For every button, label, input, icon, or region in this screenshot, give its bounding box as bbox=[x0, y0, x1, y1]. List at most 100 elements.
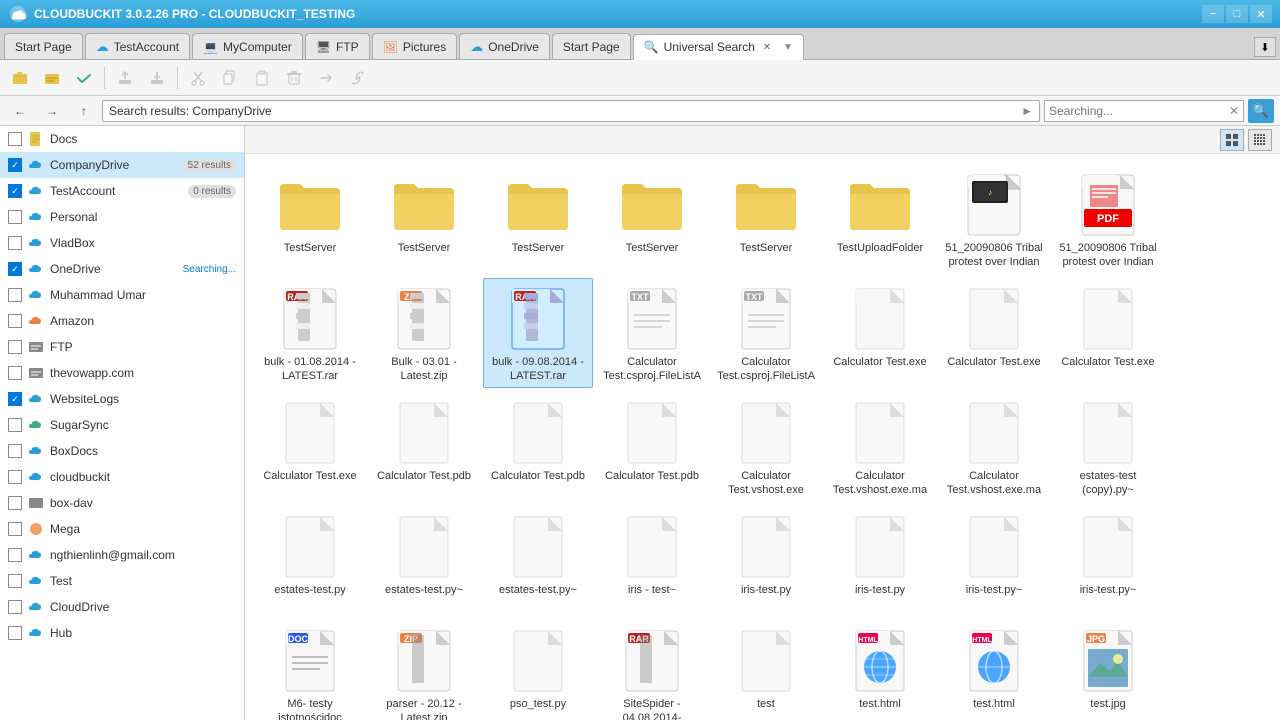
search-clear-button[interactable]: ✕ bbox=[1229, 104, 1239, 118]
sidebar-item-cloudbuckit[interactable]: cloudbuckit bbox=[0, 464, 244, 490]
sidebar-checkbox-clouddrive[interactable] bbox=[8, 600, 22, 614]
sidebar-item-docs[interactable]: Docs bbox=[0, 126, 244, 152]
tab-onedrive[interactable]: ☁ OneDrive bbox=[459, 33, 550, 59]
list-item[interactable]: JPG test.jpg bbox=[1053, 620, 1163, 720]
back-button[interactable]: ← bbox=[6, 97, 34, 125]
list-item[interactable]: pso_test.py bbox=[483, 620, 593, 720]
sidebar-checkbox-docs[interactable] bbox=[8, 132, 22, 146]
minimize-button[interactable]: − bbox=[1202, 5, 1224, 23]
tab-pictures[interactable]: 🖼 Pictures bbox=[372, 33, 458, 59]
sidebar-item-ngthienlinh[interactable]: ngthienlinh@gmail.com bbox=[0, 542, 244, 568]
address-input[interactable]: Search results: CompanyDrive ► bbox=[102, 100, 1040, 122]
list-item[interactable]: RAR bulk - 09.08.2014 - LATEST.rar bbox=[483, 278, 593, 388]
list-item[interactable]: iris - test~ bbox=[597, 506, 707, 616]
sidebar-checkbox-mega[interactable] bbox=[8, 522, 22, 536]
list-item[interactable]: TestServer bbox=[597, 164, 707, 274]
upload-button[interactable] bbox=[111, 64, 139, 92]
paste-button[interactable] bbox=[248, 64, 276, 92]
sidebar-item-personal[interactable]: Personal bbox=[0, 204, 244, 230]
list-item[interactable]: MP3 ♪ 51_20090806 Tribal protest over In… bbox=[939, 164, 1049, 274]
list-item[interactable]: estates-test.py~ bbox=[483, 506, 593, 616]
list-item[interactable]: ZIP Bulk - 03.01 - Latest.zip bbox=[369, 278, 479, 388]
list-item[interactable]: PDF 51_20090806 Tribal protest over Indi… bbox=[1053, 164, 1163, 274]
list-item[interactable]: RAR SiteSpider - 04.08.2014-LATEST.rar bbox=[597, 620, 707, 720]
tab-close-button[interactable]: ✕ bbox=[760, 40, 774, 54]
list-item[interactable]: Calculator Test.exe bbox=[1053, 278, 1163, 388]
sidebar-item-muhammad[interactable]: Muhammad Umar bbox=[0, 282, 244, 308]
sidebar-checkbox-ftp[interactable] bbox=[8, 340, 22, 354]
list-item[interactable]: iris-test.py bbox=[711, 506, 821, 616]
search-input[interactable] bbox=[1049, 104, 1229, 118]
sidebar-item-onedrive[interactable]: ✓ OneDrive Searching... bbox=[0, 256, 244, 282]
sidebar-item-boxdocs[interactable]: BoxDocs bbox=[0, 438, 244, 464]
list-item[interactable]: Calculator Test.exe bbox=[825, 278, 935, 388]
download-button[interactable]: ⬇ bbox=[1254, 37, 1276, 57]
open-button[interactable] bbox=[38, 64, 66, 92]
list-item[interactable]: RAR bulk - 01.08.2014 - LATEST.rar bbox=[255, 278, 365, 388]
sidebar-item-websitelogs[interactable]: ✓ WebsiteLogs bbox=[0, 386, 244, 412]
sidebar-item-mega[interactable]: Mega bbox=[0, 516, 244, 542]
sidebar-checkbox-thevowapp[interactable] bbox=[8, 366, 22, 380]
tab-ftp[interactable]: 🖥 FTP bbox=[305, 33, 370, 59]
list-item[interactable]: ZIP parser - 20.12 - Latest.zip bbox=[369, 620, 479, 720]
search-button[interactable]: 🔍 bbox=[1248, 99, 1274, 123]
list-item[interactable]: TestServer bbox=[369, 164, 479, 274]
small-icons-view-button[interactable] bbox=[1248, 129, 1272, 151]
up-button[interactable]: ↑ bbox=[70, 97, 98, 125]
check-button[interactable] bbox=[70, 64, 98, 92]
close-button[interactable]: ✕ bbox=[1250, 5, 1272, 23]
list-item[interactable]: TestServer bbox=[255, 164, 365, 274]
sidebar-item-amazon[interactable]: Amazon bbox=[0, 308, 244, 334]
list-item[interactable]: Calculator Test.exe bbox=[255, 392, 365, 502]
tab-start1[interactable]: Start Page bbox=[4, 33, 83, 59]
list-item[interactable]: Calculator Test.exe bbox=[939, 278, 1049, 388]
sidebar-checkbox-boxdocs[interactable] bbox=[8, 444, 22, 458]
sidebar-item-thevowapp[interactable]: thevowapp.com bbox=[0, 360, 244, 386]
tab-mycomputer[interactable]: 💻 MyComputer bbox=[192, 33, 303, 59]
list-item[interactable]: Calculator Test.pdb bbox=[483, 392, 593, 502]
sidebar-checkbox-amazon[interactable] bbox=[8, 314, 22, 328]
list-item[interactable]: TXT Calculator Test.csproj.FileListAbsol… bbox=[711, 278, 821, 388]
sidebar-item-hub[interactable]: Hub bbox=[0, 620, 244, 646]
tab-testaccount[interactable]: ☁ TestAccount bbox=[85, 33, 190, 59]
sidebar-checkbox-personal[interactable] bbox=[8, 210, 22, 224]
list-item[interactable]: iris-test.py~ bbox=[939, 506, 1049, 616]
tab-universalsearch[interactable]: 🔍 Universal Search ✕ ▼ bbox=[633, 34, 804, 60]
sidebar-checkbox-cloudbuckit[interactable] bbox=[8, 470, 22, 484]
large-icons-view-button[interactable] bbox=[1220, 129, 1244, 151]
list-item[interactable]: estates-test.py~ bbox=[369, 506, 479, 616]
sidebar-item-vladbox[interactable]: VladBox bbox=[0, 230, 244, 256]
sidebar-item-boxdav[interactable]: box-dav bbox=[0, 490, 244, 516]
sidebar-checkbox-sugarsync[interactable] bbox=[8, 418, 22, 432]
sidebar-item-companydrive[interactable]: ✓ CompanyDrive 52 results bbox=[0, 152, 244, 178]
list-item[interactable]: test bbox=[711, 620, 821, 720]
download-file-button[interactable] bbox=[143, 64, 171, 92]
copy-button[interactable] bbox=[216, 64, 244, 92]
list-item[interactable]: TestServer bbox=[711, 164, 821, 274]
list-item[interactable]: Calculator Test.vshost.exe bbox=[711, 392, 821, 502]
list-item[interactable]: TestServer bbox=[483, 164, 593, 274]
list-item[interactable]: TestUploadFolder bbox=[825, 164, 935, 274]
list-item[interactable]: TXT Calculator Test.csproj.FileListAbsol… bbox=[597, 278, 707, 388]
list-item[interactable]: Calculator Test.vshost.exe.manifest bbox=[825, 392, 935, 502]
list-item[interactable]: HTML test.html bbox=[825, 620, 935, 720]
sidebar-checkbox-testaccount[interactable]: ✓ bbox=[8, 184, 22, 198]
sidebar-checkbox-companydrive[interactable]: ✓ bbox=[8, 158, 22, 172]
sidebar-checkbox-vladbox[interactable] bbox=[8, 236, 22, 250]
sidebar-checkbox-muhammad[interactable] bbox=[8, 288, 22, 302]
list-item[interactable]: Calculator Test.vshost.exe.manifest bbox=[939, 392, 1049, 502]
list-item[interactable]: DOC M6- testy istotnościdoc bbox=[255, 620, 365, 720]
sidebar-checkbox-websitelogs[interactable]: ✓ bbox=[8, 392, 22, 406]
list-item[interactable]: HTML test.html bbox=[939, 620, 1049, 720]
list-item[interactable]: Calculator Test.pdb bbox=[369, 392, 479, 502]
cut-button[interactable] bbox=[184, 64, 212, 92]
sidebar-checkbox-boxdav[interactable] bbox=[8, 496, 22, 510]
list-item[interactable]: estates-test.py bbox=[255, 506, 365, 616]
list-item[interactable]: estates-test (copy).py~ bbox=[1053, 392, 1163, 502]
tab-start2[interactable]: Start Page bbox=[552, 33, 631, 59]
sidebar-checkbox-onedrive[interactable]: ✓ bbox=[8, 262, 22, 276]
sidebar-checkbox-hub[interactable] bbox=[8, 626, 22, 640]
list-item[interactable]: Calculator Test.pdb bbox=[597, 392, 707, 502]
list-item[interactable]: iris-test.py~ bbox=[1053, 506, 1163, 616]
list-item[interactable]: iris-test.py bbox=[825, 506, 935, 616]
